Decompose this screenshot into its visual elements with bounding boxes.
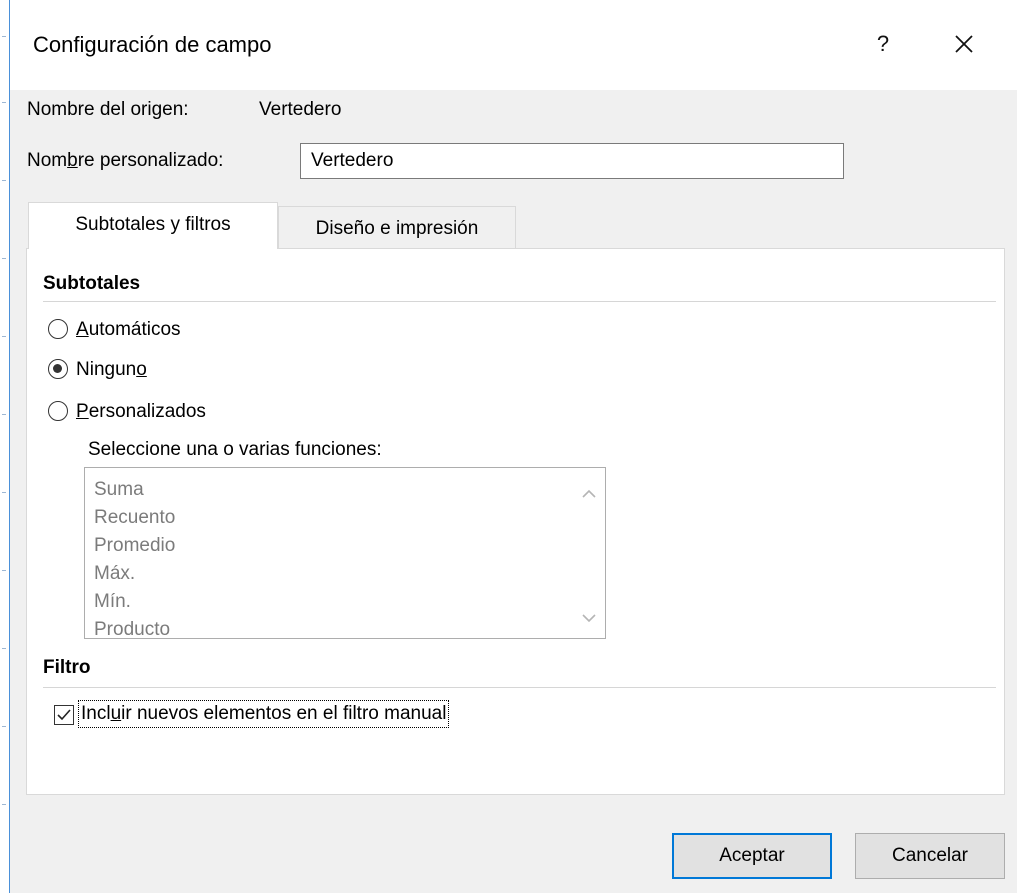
edge-tick [2,258,6,259]
tab-layout-print[interactable]: Diseño e impresión [278,206,516,250]
subtotals-heading: Subtotales [43,273,141,294]
chevron-up-icon[interactable] [579,484,599,504]
help-icon: ? [876,31,890,56]
custom-name-input[interactable] [300,143,844,179]
close-button[interactable] [936,24,992,64]
radio-button[interactable] [48,359,68,379]
radio-button[interactable] [48,401,68,421]
include-new-items-checkbox[interactable] [54,705,74,725]
dialog-title: Configuración de campo [33,32,272,57]
label-part: Incl [81,703,111,724]
label-part: ir nuevos elementos en el filtro manual [121,703,447,724]
custom-name-label-part: Nom [27,150,68,171]
radio-label: Automáticos [76,317,181,343]
radio-label: Personalizados [76,399,206,425]
radio-label-rest: ersonalizados [88,401,206,422]
source-name-value: Vertedero [259,99,342,120]
close-icon [955,35,973,53]
source-name-label: Nombre del origen: [27,99,189,120]
tab-label: Subtotales y filtros [75,214,231,235]
list-item[interactable]: Producto [94,616,170,638]
mnemonic: o [136,359,147,380]
functions-label: Seleccione una o varias funciones: [88,439,382,460]
radio-label: Ninguno [76,357,147,383]
edge-tick [2,648,6,649]
checkmark-icon [57,709,71,721]
chevron-down-icon[interactable] [579,608,599,628]
radio-label-rest: utomáticos [88,319,181,340]
ok-button[interactable]: Aceptar [672,833,832,879]
radio-label-pre: Ningun [76,359,137,380]
filter-divider [43,687,996,688]
edge-tick [2,36,6,37]
edge-tick [2,180,6,181]
custom-name-label-part: re personalizado: [77,150,224,171]
list-item[interactable]: Mín. [94,588,131,616]
list-item[interactable]: Suma [94,476,144,504]
list-item[interactable]: Máx. [94,560,135,588]
edge-tick [2,102,6,103]
mnemonic: A [76,319,89,340]
tab-subtotals-filters[interactable]: Subtotales y filtros [28,202,278,249]
field-settings-dialog: Configuración de campo ? Nombre del orig… [10,0,1017,893]
mnemonic: P [76,401,89,422]
filter-heading: Filtro [43,657,91,678]
window-left-edge [0,0,10,893]
mnemonic: u [110,703,122,724]
edge-tick [2,336,6,337]
edge-tick [2,414,6,415]
edge-tick [2,804,6,805]
help-button[interactable]: ? [860,24,906,64]
radio-selected-dot [53,364,62,373]
functions-listbox[interactable]: Suma Recuento Promedio Máx. Mín. Product… [84,467,606,639]
subtotals-divider [43,301,996,302]
list-item[interactable]: Promedio [94,532,175,560]
tab-label: Diseño e impresión [315,218,479,239]
include-new-items-label: Incluir nuevos elementos en el filtro ma… [78,700,450,728]
edge-tick [2,726,6,727]
title-bar: Configuración de campo ? [10,0,1017,90]
edge-tick [2,570,6,571]
custom-name-label-mnemonic: b [67,150,78,171]
list-item[interactable]: Recuento [94,504,175,532]
radio-button[interactable] [48,319,68,339]
custom-name-label: Nombre personalizado: [27,148,223,174]
cancel-button[interactable]: Cancelar [855,833,1005,879]
edge-tick [2,492,6,493]
